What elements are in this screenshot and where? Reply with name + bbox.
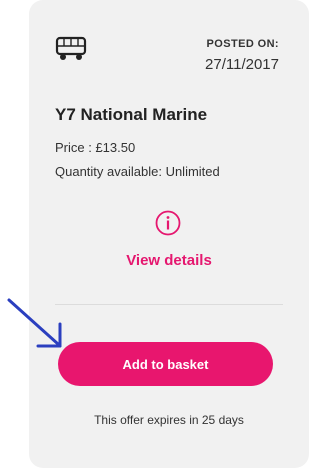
info-icon[interactable] (155, 210, 181, 236)
posted-on-date: 27/11/2017 (205, 56, 279, 73)
add-to-basket-button[interactable]: Add to basket (58, 342, 273, 386)
offer-expiry-text: This offer expires in 25 days (94, 413, 244, 427)
offer-title: Y7 National Marine (55, 105, 208, 124)
offer-price: Price : £13.50 (55, 140, 136, 155)
posted-on-label: POSTED ON: (206, 38, 279, 50)
arrow-icon (7, 298, 62, 348)
divider (55, 304, 283, 305)
view-details-link[interactable]: View details (29, 252, 309, 269)
ticket-offer-card: POSTED ON: 27/11/2017 Y7 National Marine… (29, 0, 309, 468)
offer-quantity: Quantity available: Unlimited (55, 164, 220, 179)
posted-on-block: POSTED ON: 27/11/2017 (205, 38, 279, 73)
bus-icon (55, 36, 87, 60)
